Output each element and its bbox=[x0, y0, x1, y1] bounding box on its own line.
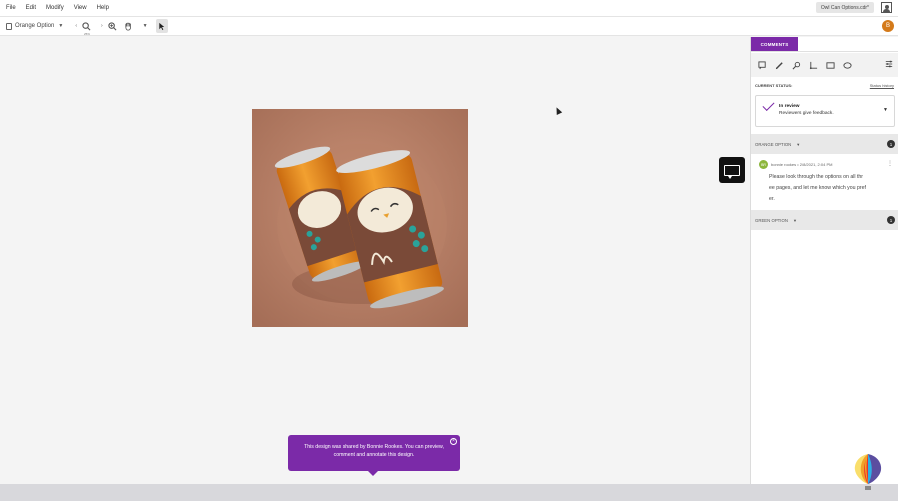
highlighter-tool-icon[interactable] bbox=[791, 60, 801, 70]
comment-count-badge: 1 bbox=[887, 216, 895, 224]
user-icon[interactable] bbox=[881, 2, 892, 13]
comments-toggle-button[interactable] bbox=[719, 157, 745, 183]
comments-panel: COMMENTS CURRENT STATUS: Status history … bbox=[750, 37, 898, 484]
chevron-down-icon: ▼ bbox=[796, 141, 801, 147]
comment-line: ee pages, and let me know which you pref bbox=[769, 185, 866, 191]
tab-comments[interactable]: COMMENTS bbox=[751, 37, 798, 51]
comment-count-badge: 1 bbox=[887, 140, 895, 148]
share-notification: This design was shared by Bonnie Rookes.… bbox=[288, 435, 460, 476]
add-comment-tool-icon[interactable] bbox=[757, 60, 767, 70]
settings-icon[interactable] bbox=[885, 60, 893, 70]
checkmark-icon bbox=[762, 98, 775, 112]
menu-bar: File Edit Modify View Help Owl Can Optio… bbox=[0, 0, 898, 16]
cursor-icon bbox=[158, 22, 164, 30]
owl-cans-illustration bbox=[252, 109, 468, 327]
share-message: This design was shared by Bonnie Rookes.… bbox=[304, 444, 444, 458]
close-icon[interactable]: × bbox=[450, 438, 457, 445]
more-options-icon[interactable]: ⋮ bbox=[887, 160, 893, 167]
status-description: Reviewers give feedback. bbox=[779, 111, 834, 116]
comment-line: er. bbox=[769, 196, 775, 202]
section-label: ORANGE OPTION bbox=[755, 141, 792, 147]
search-icon bbox=[82, 21, 91, 30]
document-title[interactable]: Owl Can Options.cdr* bbox=[815, 2, 874, 13]
comment-line: Please look through the options on all t… bbox=[769, 174, 864, 180]
chevron-down-icon: ▼ bbox=[58, 23, 64, 29]
avatar: BR bbox=[759, 160, 768, 169]
arrow-line-tool-icon[interactable] bbox=[808, 60, 818, 70]
zoom-in-button[interactable] bbox=[107, 19, 119, 33]
toolbar: Orange Option ▼ ‹ 25% › ▼ B bbox=[0, 16, 898, 36]
section-orange-option[interactable]: ORANGE OPTION ▼ 1 bbox=[751, 134, 898, 154]
tab-divider bbox=[751, 51, 898, 52]
drawing-canvas[interactable]: This design was shared by Bonnie Rookes.… bbox=[0, 37, 750, 484]
annotation-toolbar bbox=[751, 53, 898, 77]
comment-icon bbox=[724, 164, 740, 179]
menu-modify[interactable]: Modify bbox=[46, 5, 64, 11]
mouse-cursor bbox=[553, 106, 563, 115]
artwork-image bbox=[252, 109, 468, 327]
hand-icon bbox=[125, 22, 132, 31]
menu-help[interactable]: Help bbox=[97, 5, 109, 11]
page-select[interactable]: Orange Option ▼ bbox=[6, 22, 64, 30]
menu-view[interactable]: View bbox=[74, 5, 87, 11]
pick-tool-button[interactable] bbox=[155, 19, 168, 33]
pan-tool-button[interactable] bbox=[123, 19, 135, 33]
chevron-down-icon: ▼ bbox=[883, 107, 888, 113]
status-history-link[interactable]: Status history bbox=[870, 83, 894, 88]
comment-item[interactable]: BR bonnie rookes • 2/8/2021, 2:04 PM ⋮ P… bbox=[751, 158, 898, 210]
page-icon bbox=[6, 22, 12, 30]
ellipse-tool-icon[interactable] bbox=[842, 60, 852, 70]
comment-body: Please look through the options on all t… bbox=[769, 172, 897, 205]
section-green-option[interactable]: GREEN OPTION ▼ 1 bbox=[751, 210, 898, 230]
pen-tool-icon[interactable] bbox=[774, 60, 784, 70]
chevron-left-icon[interactable]: ‹ bbox=[75, 23, 77, 29]
chevron-down-icon[interactable]: ▼ bbox=[143, 23, 148, 29]
chevron-right-icon[interactable]: › bbox=[101, 23, 103, 29]
status-bar bbox=[0, 484, 898, 501]
section-label: GREEN OPTION bbox=[755, 217, 788, 223]
popup-arrow bbox=[368, 471, 378, 476]
avatar[interactable]: B bbox=[882, 20, 894, 32]
comment-meta: bonnie rookes • 2/8/2021, 2:04 PM bbox=[771, 162, 833, 167]
zoom-tool-button[interactable]: 25% bbox=[81, 19, 93, 36]
rectangle-tool-icon[interactable] bbox=[825, 60, 835, 70]
corel-balloon-logo bbox=[854, 454, 882, 490]
chevron-down-icon: ▼ bbox=[792, 217, 797, 223]
status-title: In review bbox=[779, 104, 800, 109]
menu-file[interactable]: File bbox=[6, 5, 16, 11]
status-header: CURRENT STATUS: bbox=[755, 83, 793, 88]
menu-edit[interactable]: Edit bbox=[26, 5, 36, 11]
page-select-label: Orange Option bbox=[15, 23, 55, 29]
zoom-in-icon bbox=[108, 21, 117, 30]
zoom-level: 25% bbox=[83, 32, 90, 36]
status-dropdown[interactable]: In review Reviewers give feedback. ▼ bbox=[755, 95, 895, 127]
